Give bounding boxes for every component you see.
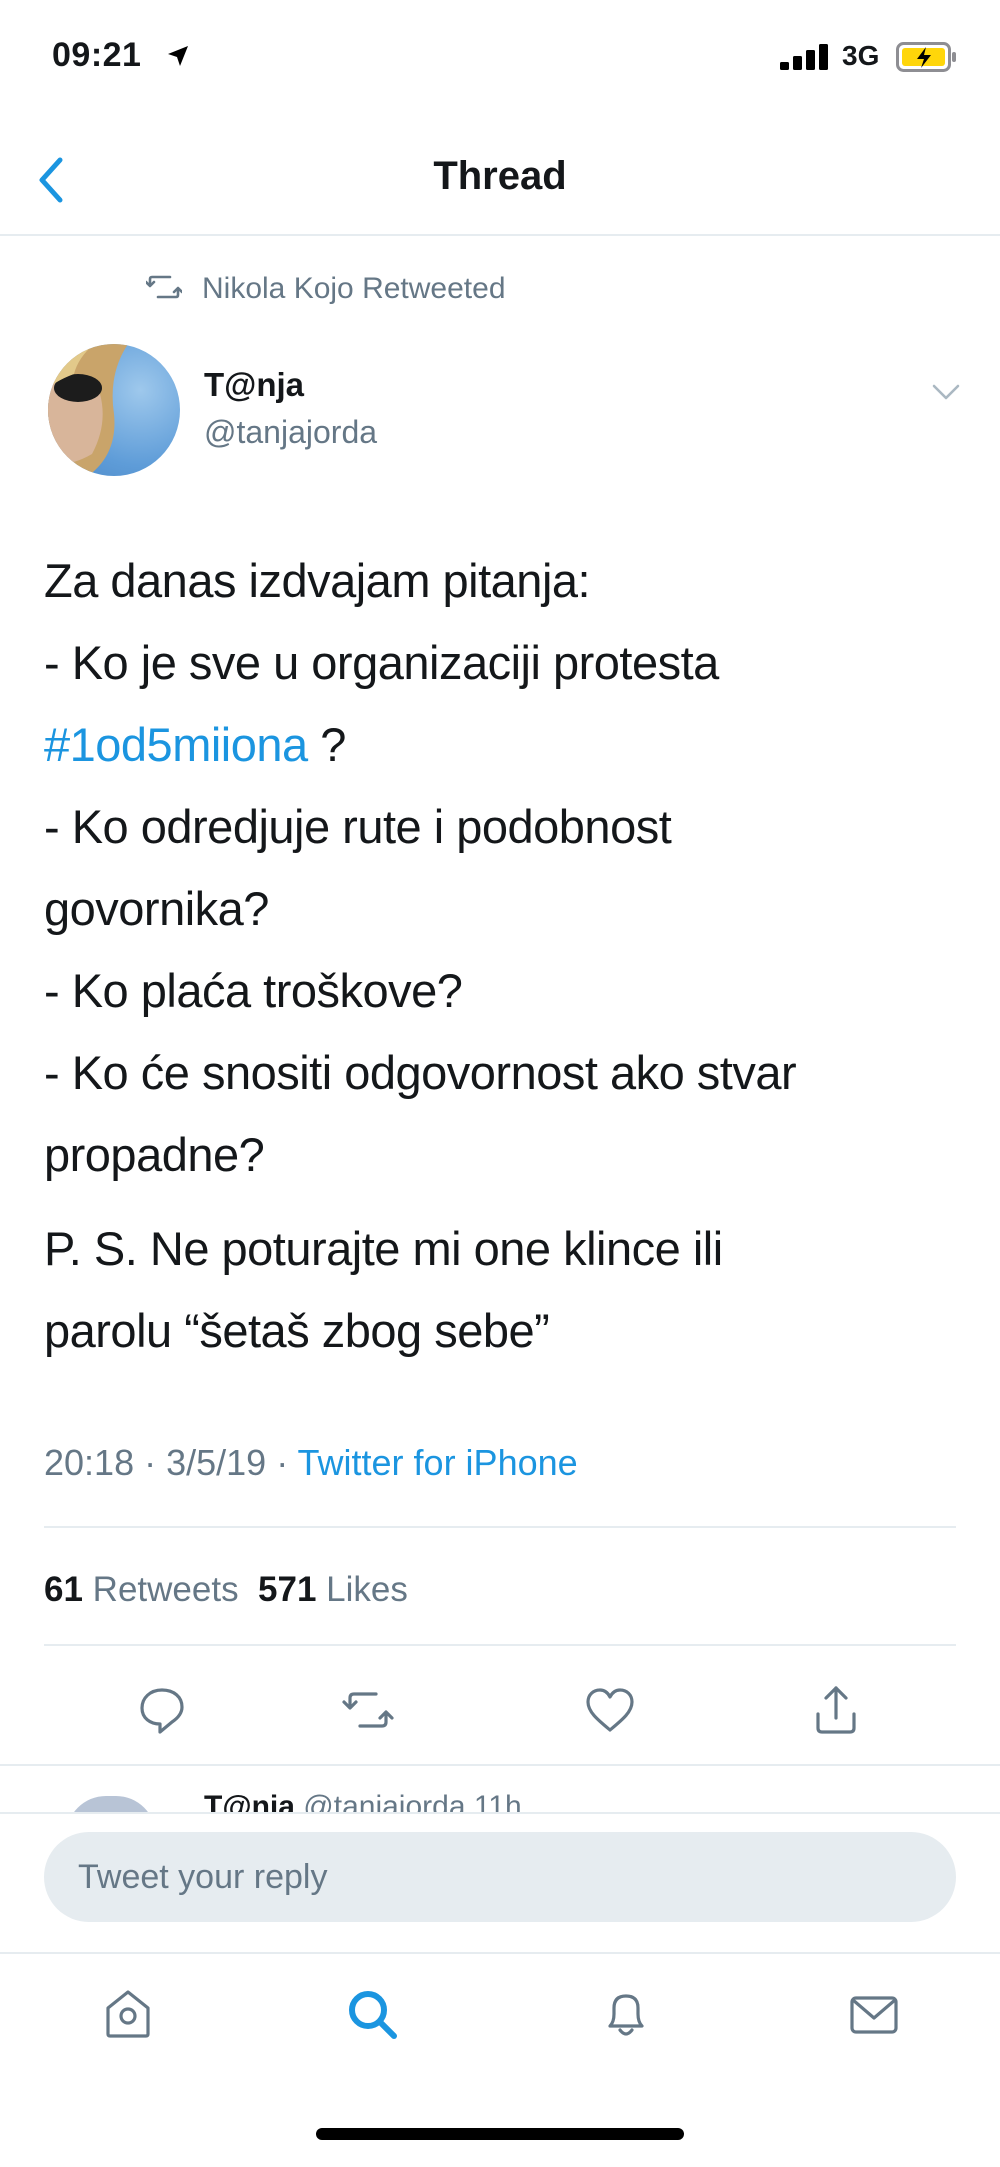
tweet-line: parolu “šetaš zbog sebe” xyxy=(44,1304,550,1357)
tab-home[interactable] xyxy=(98,1984,158,2044)
signal-icon xyxy=(780,44,836,70)
reply-input[interactable]: Tweet your reply xyxy=(44,1832,956,1922)
author-username[interactable]: @tanjajorda xyxy=(204,414,377,451)
tab-bar-divider xyxy=(0,1952,1000,1954)
retweet-button[interactable] xyxy=(338,1680,398,1740)
next-reply-header: T@nja @tanjajorda 11h xyxy=(204,1790,522,1812)
tweet-line: - Ko je sve u organizaciji protesta xyxy=(44,636,719,689)
share-icon xyxy=(816,1686,856,1734)
avatar[interactable] xyxy=(48,344,180,476)
divider xyxy=(44,1644,956,1646)
engagement-counts: 61 Retweets 571 Likes xyxy=(44,1570,408,1610)
notifications-icon xyxy=(608,1994,644,2036)
next-reply-name: T@nja xyxy=(204,1790,295,1812)
retweets-label: Retweets xyxy=(92,1570,239,1609)
home-indicator[interactable] xyxy=(316,2128,684,2140)
tweet-line: - Ko odredjuje rute i podobnost xyxy=(44,800,672,853)
tab-search[interactable] xyxy=(342,1984,402,2044)
tab-messages[interactable] xyxy=(844,1984,904,2044)
home-icon xyxy=(106,1990,150,2038)
tweet-source-link[interactable]: Twitter for iPhone xyxy=(298,1442,578,1483)
divider xyxy=(44,1526,956,1528)
retweets-count-link[interactable]: 61 Retweets xyxy=(44,1570,239,1609)
reply-button[interactable] xyxy=(132,1680,192,1740)
retweet-context[interactable]: Nikola Kojo Retweeted xyxy=(202,272,506,306)
likes-count-link[interactable]: 571 Likes xyxy=(258,1570,408,1609)
header-divider xyxy=(0,234,1000,236)
search-icon xyxy=(349,1991,397,2039)
retweet-icon xyxy=(342,1692,394,1728)
tweet-text-suffix: ? xyxy=(307,718,346,771)
tweet-line-hashtag: #1od5miiona ? xyxy=(44,704,964,786)
meta-separator: · xyxy=(134,1442,167,1483)
retweet-small-icon xyxy=(146,274,182,300)
like-button[interactable] xyxy=(580,1680,640,1740)
tweet-date: 3/5/19 xyxy=(166,1442,267,1483)
tweet-time: 20:18 xyxy=(44,1442,135,1483)
meta-separator: · xyxy=(266,1442,298,1483)
tweet-line: govornika? xyxy=(44,882,269,935)
tweet-line: - Ko plaća troškove? xyxy=(44,964,463,1017)
retweets-count: 61 xyxy=(44,1570,83,1609)
divider xyxy=(0,1764,1000,1766)
share-button[interactable] xyxy=(806,1680,866,1740)
likes-count: 571 xyxy=(258,1570,317,1609)
tab-notifications[interactable] xyxy=(596,1984,656,2044)
tweet-line: P. S. Ne poturajte mi one klince ili xyxy=(44,1222,723,1275)
like-icon xyxy=(586,1688,634,1732)
tweet-text: Za danas izdvajam pitanja: - Ko je sve u… xyxy=(44,540,964,1372)
location-arrow-icon xyxy=(166,44,190,68)
next-reply-age: 11h xyxy=(473,1790,522,1812)
messages-icon xyxy=(850,1996,898,2034)
hashtag-link[interactable]: #1od5miiona xyxy=(44,718,308,771)
next-reply-handle: @tanjajorda xyxy=(303,1790,466,1812)
tweet-meta: 20:18 · 3/5/19 · Twitter for iPhone xyxy=(44,1442,578,1484)
tweet-line: propadne? xyxy=(44,1128,265,1181)
likes-label: Likes xyxy=(326,1570,408,1609)
status-time: 09:21 xyxy=(52,36,142,74)
tweet-line: Za danas izdvajam pitanja: xyxy=(44,554,591,607)
reply-icon xyxy=(140,1688,184,1734)
network-type: 3G xyxy=(842,40,880,71)
author-display-name[interactable]: T@nja xyxy=(204,366,304,404)
tweet-line: - Ko će snositi odgovornost ako stvar xyxy=(44,1046,797,1099)
battery-charging-icon xyxy=(896,42,958,72)
page-title: Thread xyxy=(433,154,567,198)
tweet-options-chevron-down-icon[interactable] xyxy=(928,380,964,404)
